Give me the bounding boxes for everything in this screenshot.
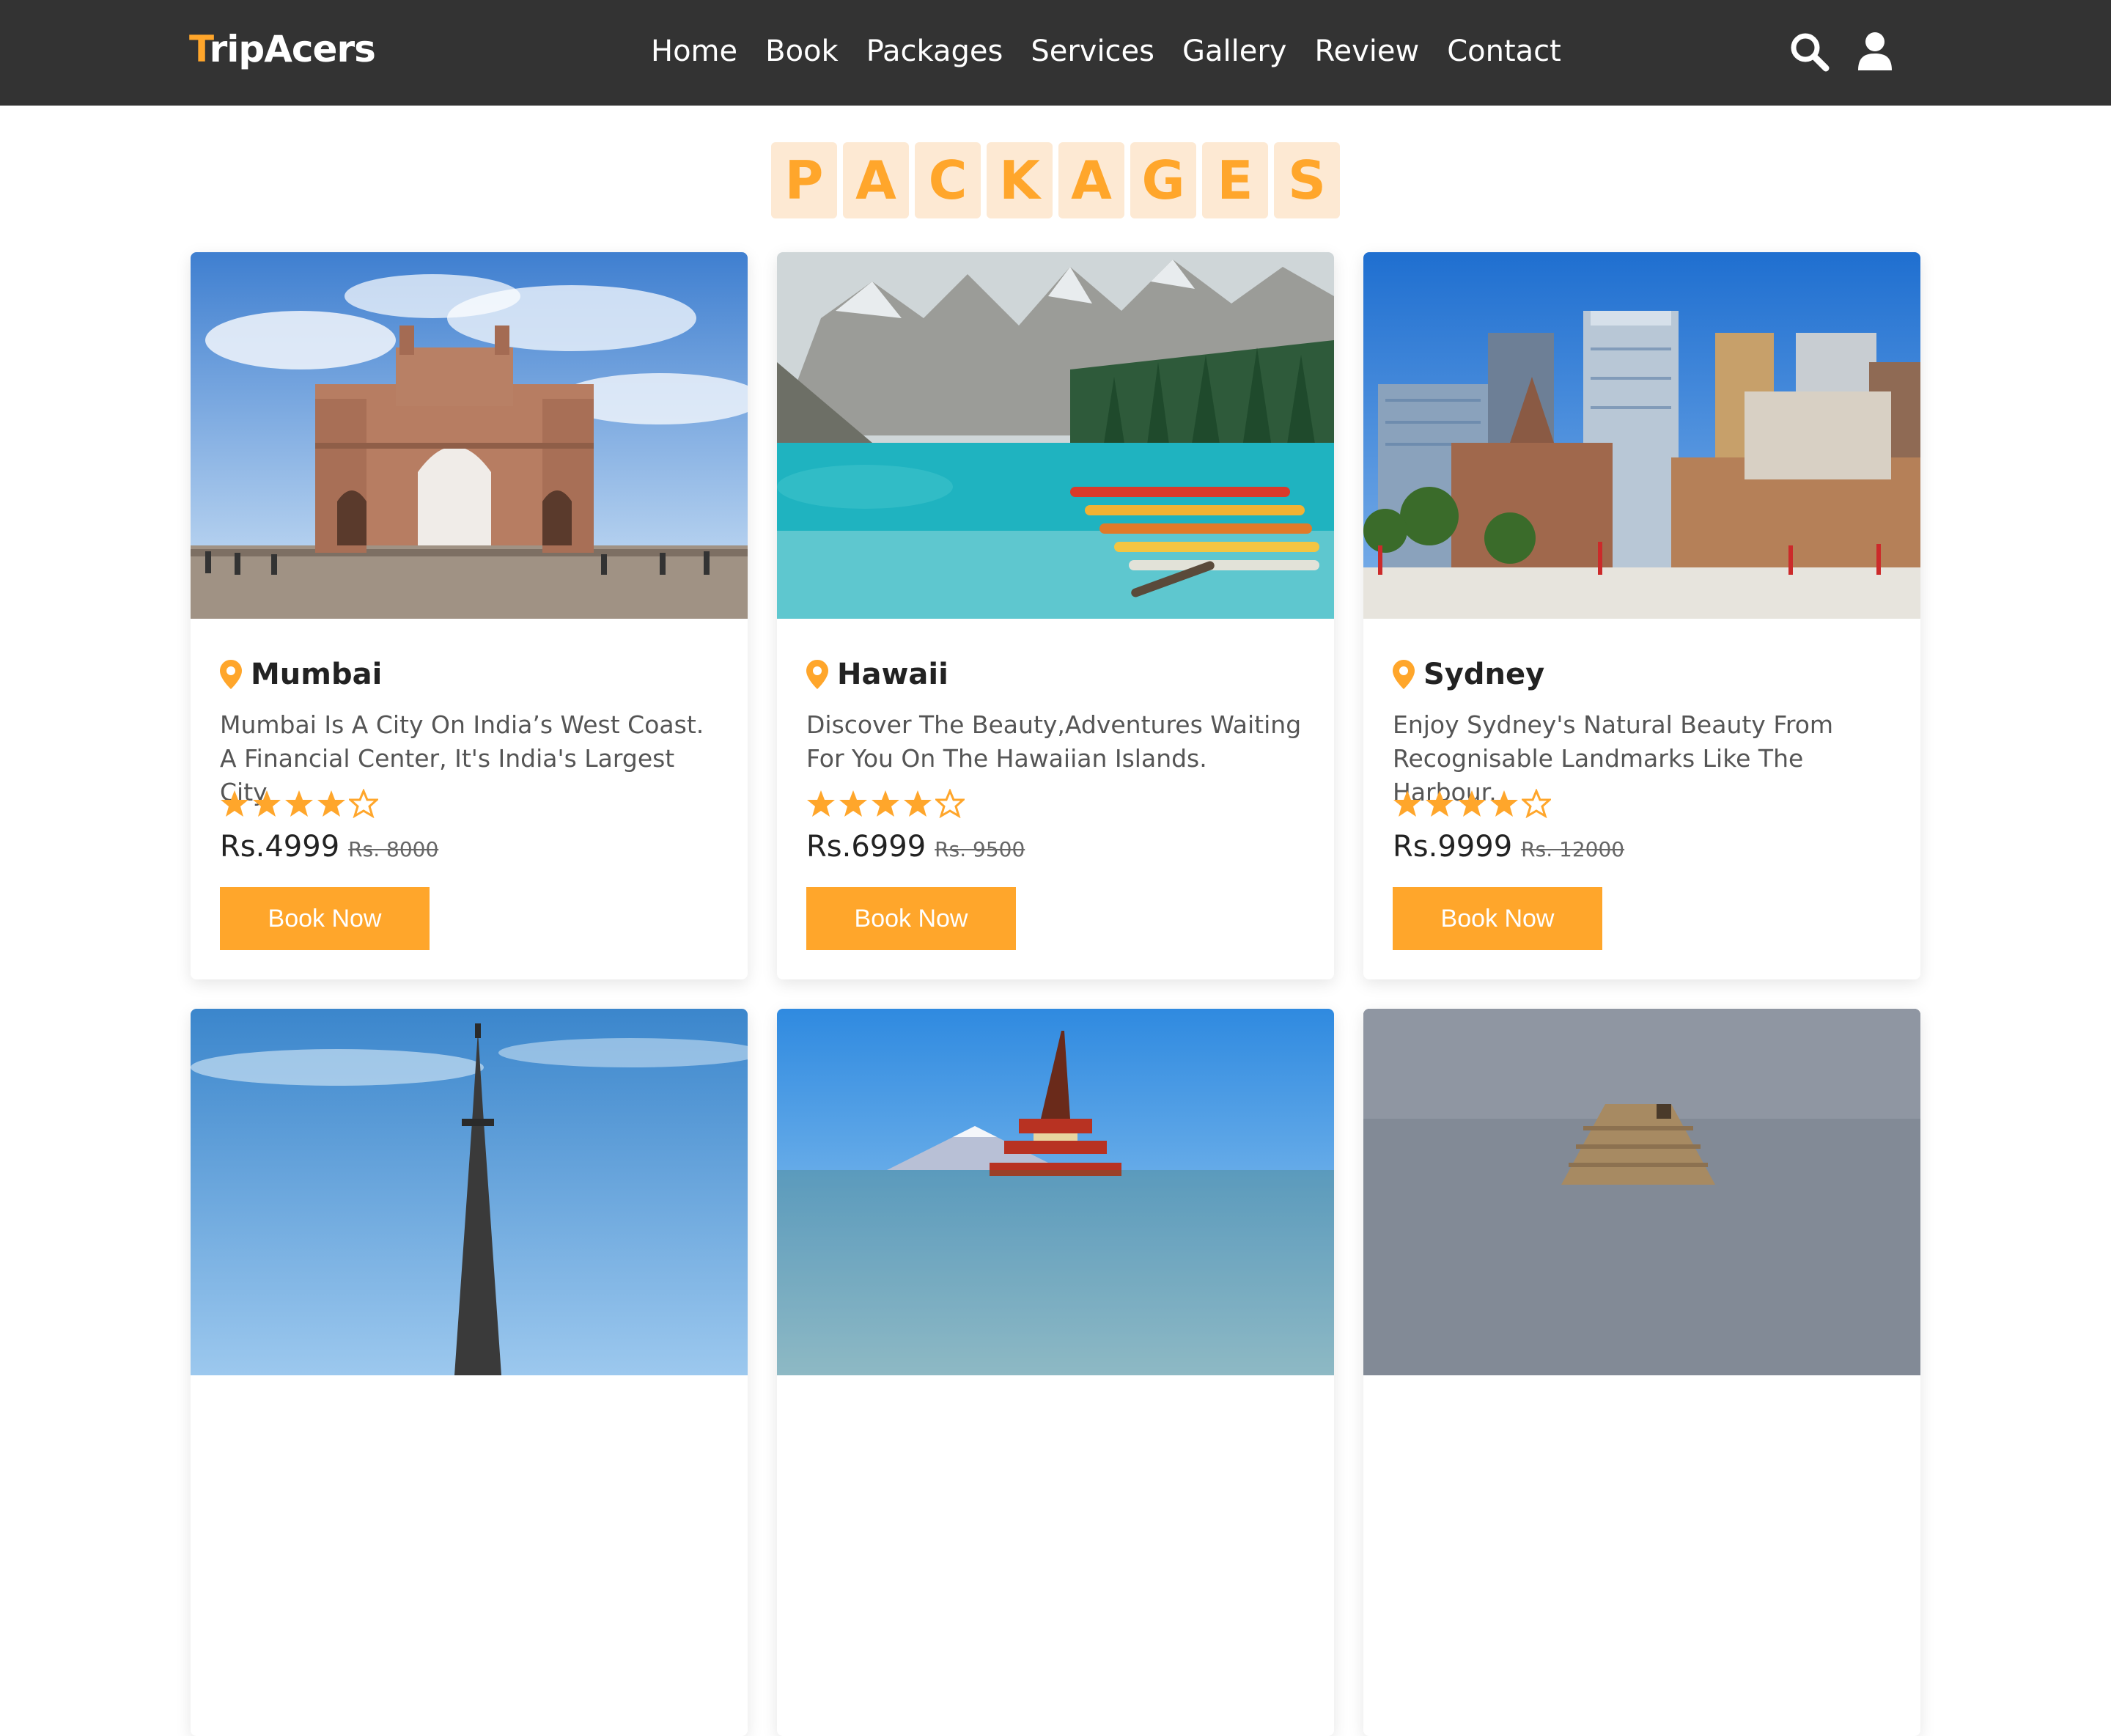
site-logo[interactable]: TripAcers (189, 28, 376, 70)
heading-letter: P (771, 142, 837, 218)
nav-services[interactable]: Services (1031, 31, 1154, 72)
current-price: Rs.4999 (220, 830, 340, 864)
destination-name: Hawaii (837, 658, 948, 691)
map-pin-icon (1393, 660, 1415, 689)
nav-gallery[interactable]: Gallery (1182, 31, 1286, 72)
star-empty-icon (1522, 789, 1551, 818)
rating-stars (806, 787, 1312, 820)
star-filled-icon (839, 790, 867, 817)
heading-letter: E (1202, 142, 1268, 218)
heading-letter: C (915, 142, 981, 218)
nav-packages[interactable]: Packages (866, 31, 1003, 72)
star-filled-icon (872, 790, 899, 817)
book-now-button[interactable]: Book Now (806, 887, 1016, 950)
book-now-button[interactable]: Book Now (1393, 887, 1602, 950)
star-filled-icon (221, 790, 248, 817)
section-heading: P A C K A G E S (0, 142, 2111, 218)
nav-home[interactable]: Home (651, 31, 737, 72)
mumbai-image (191, 252, 748, 619)
user-icon[interactable] (1853, 29, 1897, 73)
star-filled-icon (317, 790, 345, 817)
destination-description: Mumbai Is A City On India’s West Coast. … (220, 710, 704, 806)
rating-stars (220, 787, 726, 820)
main-nav: Home Book Packages Services Gallery Revi… (651, 31, 1561, 72)
heading-letter: K (987, 142, 1053, 218)
destination: Hawaii (806, 654, 1312, 695)
egypt-image (1363, 1009, 1920, 1375)
destination-name: Sydney (1423, 658, 1545, 691)
star-filled-icon (1490, 790, 1518, 817)
heading-letter: A (843, 142, 909, 218)
heading-letter: S (1274, 142, 1340, 218)
map-pin-icon (220, 660, 242, 689)
package-card-mumbai: Mumbai Mumbai Is A City On India’s West … (191, 252, 748, 979)
logo-text: ripAcers (209, 28, 376, 70)
destination-description: Enjoy Sydney's Natural Beauty From Recog… (1393, 710, 1834, 806)
destination-name: Mumbai (251, 658, 383, 691)
price: Rs.9999 Rs. 12000 (1393, 830, 1898, 871)
nav-contact[interactable]: Contact (1447, 31, 1561, 72)
price: Rs.6999 Rs. 9500 (806, 830, 1312, 871)
star-filled-icon (1393, 790, 1421, 817)
destination: Mumbai (220, 654, 726, 695)
logo-first-letter: T (189, 28, 210, 70)
package-card-egypt (1363, 1009, 1920, 1736)
japan-image (777, 1009, 1334, 1375)
heading-letter: G (1130, 142, 1196, 218)
star-filled-icon (1458, 790, 1486, 817)
original-price: Rs. 9500 (935, 837, 1025, 861)
current-price: Rs.9999 (1393, 830, 1513, 864)
price: Rs.4999 Rs. 8000 (220, 830, 726, 871)
package-card-paris (191, 1009, 748, 1736)
star-filled-icon (253, 790, 281, 817)
star-empty-icon (349, 789, 378, 818)
nav-book[interactable]: Book (765, 31, 839, 72)
star-filled-icon (807, 790, 835, 817)
star-filled-icon (1426, 790, 1454, 817)
star-filled-icon (904, 790, 932, 817)
star-empty-icon (935, 789, 965, 818)
original-price: Rs. 12000 (1521, 837, 1625, 861)
package-card-sydney: Sydney Enjoy Sydney's Natural Beauty Fro… (1363, 252, 1920, 979)
package-card-japan (777, 1009, 1334, 1736)
top-navbar: TripAcers Home Book Packages Services Ga… (0, 0, 2111, 106)
current-price: Rs.6999 (806, 830, 926, 864)
paris-image (191, 1009, 748, 1375)
nav-review[interactable]: Review (1314, 31, 1419, 72)
sydney-image (1363, 252, 1920, 619)
package-card-hawaii: Hawaii Discover The Beauty,Adventures Wa… (777, 252, 1334, 979)
destination-description: Discover The Beauty,Adventures Waiting F… (806, 710, 1302, 773)
heading-letter: A (1058, 142, 1124, 218)
map-pin-icon (806, 660, 828, 689)
original-price: Rs. 8000 (348, 837, 439, 861)
destination: Sydney (1393, 654, 1898, 695)
book-now-button[interactable]: Book Now (220, 887, 430, 950)
star-filled-icon (285, 790, 313, 817)
search-icon[interactable] (1787, 29, 1831, 73)
hawaii-image (777, 252, 1334, 619)
rating-stars (1393, 787, 1898, 820)
